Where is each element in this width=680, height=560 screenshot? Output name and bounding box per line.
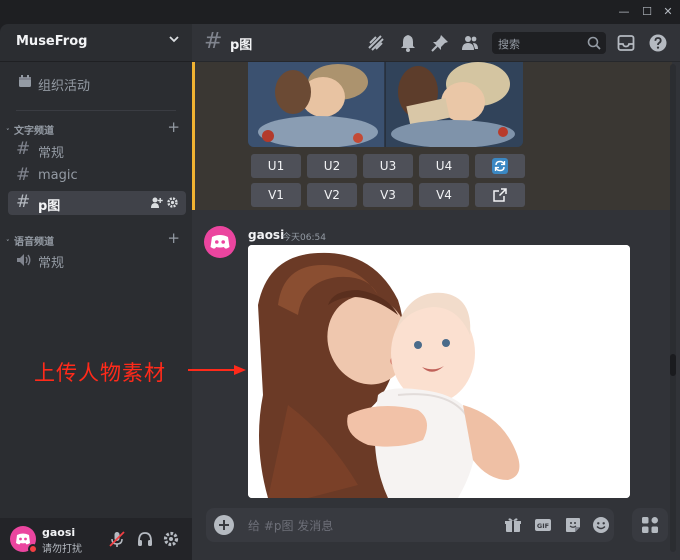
mic-muted-icon[interactable]: [108, 530, 126, 548]
maximize-button[interactable]: ☐: [638, 3, 656, 21]
divider: [16, 110, 176, 111]
chevron-down-icon: ˅: [6, 239, 10, 247]
gift-icon[interactable]: [504, 516, 522, 534]
member-list-icon[interactable]: [460, 33, 480, 53]
scrollbar-thumb[interactable]: [670, 354, 676, 376]
hash-icon: #: [16, 192, 31, 212]
channel-header: # p图 搜索: [192, 24, 680, 62]
channel-sidebar: MuseFrog 组织活动 ˅ 文字频道 + # 常规 # magic # p图: [0, 24, 192, 560]
channel-name: 常规: [38, 256, 65, 271]
upscale-button-4[interactable]: U4: [419, 154, 469, 178]
speaker-icon: [16, 252, 32, 272]
channel-item-ptu[interactable]: # p图: [8, 191, 186, 215]
search-placeholder: 搜索: [498, 38, 520, 51]
apps-icon: [642, 517, 658, 533]
message-author[interactable]: gaosi: [248, 228, 284, 242]
apps-button[interactable]: [632, 508, 668, 542]
upscale-button-1[interactable]: U1: [251, 154, 301, 178]
message-composer[interactable]: 给 #p图 发消息 GIF: [206, 508, 614, 542]
minimize-button[interactable]: —: [615, 3, 633, 21]
hash-icon: #: [16, 139, 31, 159]
category-label: 语音频道: [14, 237, 54, 248]
generated-image-grid[interactable]: [248, 62, 523, 147]
channel-item-magic[interactable]: # magic: [8, 164, 186, 188]
variation-button-4[interactable]: V4: [419, 183, 469, 207]
chevron-down-icon[interactable]: [168, 33, 180, 48]
voice-channel-item-general[interactable]: 常规: [8, 248, 186, 272]
gear-icon[interactable]: [166, 196, 179, 212]
sticker-icon[interactable]: [564, 516, 582, 534]
avatar[interactable]: [204, 226, 236, 258]
category-label: 文字频道: [14, 126, 54, 137]
channel-item-general[interactable]: # 常规: [8, 138, 186, 162]
voice-channel-category[interactable]: ˅ 语音频道: [6, 233, 54, 248]
variation-button-1[interactable]: V1: [251, 183, 301, 207]
search-icon: [586, 35, 602, 51]
username: gaosi: [42, 526, 76, 539]
threads-icon[interactable]: [366, 33, 386, 53]
gear-icon[interactable]: [162, 530, 180, 548]
add-channel-icon[interactable]: +: [167, 229, 180, 247]
help-icon[interactable]: [648, 33, 668, 53]
server-header[interactable]: MuseFrog: [0, 24, 192, 62]
channel-name: magic: [38, 168, 78, 183]
hash-icon: #: [16, 165, 31, 185]
user-status-text: 请勿打扰: [42, 544, 82, 555]
inbox-icon[interactable]: [616, 33, 636, 53]
chevron-down-icon: ˅: [6, 128, 10, 136]
message-input[interactable]: 给 #p图 发消息: [248, 517, 333, 534]
variation-button-2[interactable]: V2: [307, 183, 357, 207]
open-web-button[interactable]: [475, 183, 525, 207]
variation-button-3[interactable]: V3: [363, 183, 413, 207]
channel-title: p图: [230, 38, 253, 53]
attach-plus-icon[interactable]: [214, 515, 234, 535]
user-panel: gaosi 请勿打扰: [0, 518, 192, 560]
dnd-status-badge: [28, 544, 38, 554]
highlighted-message: U1 U2 U3 U4 V1 V2 V3 V4: [192, 62, 672, 210]
events-label: 组织活动: [38, 79, 91, 94]
discord-window: — ☐ ✕ MuseFrog 组织活动 ˅ 文字频道 + # 常规 # magi…: [0, 0, 680, 560]
calendar-icon: [18, 75, 32, 88]
gif-icon[interactable]: GIF: [534, 516, 552, 534]
pin-icon[interactable]: [430, 33, 450, 53]
emoji-icon[interactable]: [592, 516, 610, 534]
scrollbar-track[interactable]: [670, 64, 676, 552]
close-button[interactable]: ✕: [659, 3, 677, 21]
server-name: MuseFrog: [16, 34, 88, 49]
svg-text:GIF: GIF: [537, 522, 549, 530]
upscale-button-3[interactable]: U3: [363, 154, 413, 178]
events-item[interactable]: 组织活动: [8, 70, 184, 96]
title-bar: — ☐ ✕: [0, 0, 680, 24]
hash-icon: #: [204, 29, 223, 54]
reroll-button[interactable]: [475, 154, 525, 178]
annotation-arrow-icon: [188, 365, 246, 375]
add-member-icon[interactable]: [150, 196, 163, 212]
chat-area: # p图 搜索 U1 U2 U3 U4 V1 V2 V3 V4 gaosi 今天…: [192, 24, 680, 560]
search-input[interactable]: 搜索: [492, 32, 606, 54]
message-timestamp: 今天06:54: [282, 233, 326, 243]
headphones-icon[interactable]: [136, 530, 154, 548]
uploaded-photo[interactable]: [248, 245, 630, 498]
add-channel-icon[interactable]: +: [167, 118, 180, 136]
bell-icon[interactable]: [398, 33, 418, 53]
text-channel-category[interactable]: ˅ 文字频道: [6, 122, 54, 137]
channel-name: 常规: [38, 146, 65, 161]
annotation-text: 上传人物素材: [34, 361, 166, 385]
upscale-button-2[interactable]: U2: [307, 154, 357, 178]
channel-name: p图: [38, 199, 61, 214]
